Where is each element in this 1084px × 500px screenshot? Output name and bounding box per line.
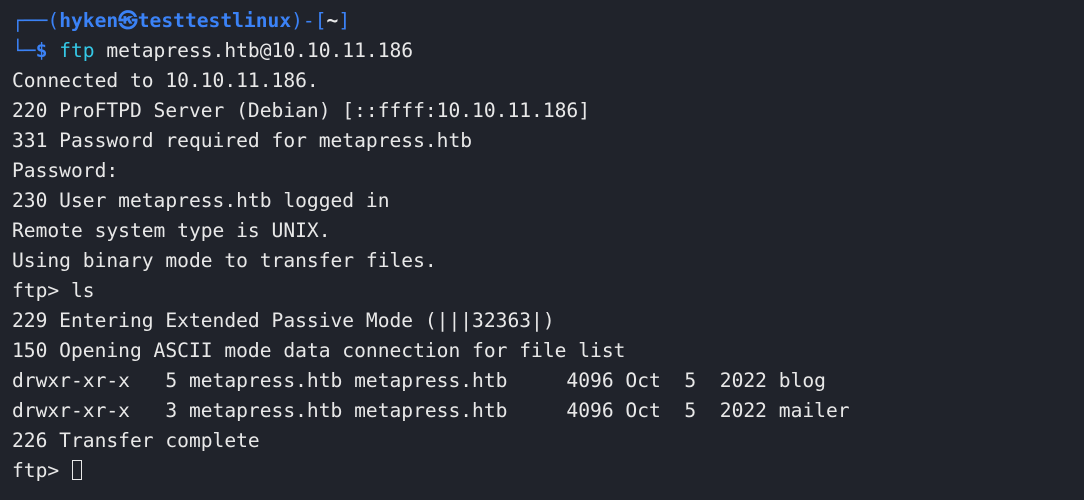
terminal-content: ┌──(hyken㉿testtestlinux)-[~] └─$ ftp met…	[12, 6, 1084, 486]
output-line: Remote system type is UNIX.	[12, 219, 331, 242]
output-line: 331 Password required for metapress.htb	[12, 129, 473, 152]
output-line: 230 User metapress.htb logged in	[12, 189, 390, 212]
prompt-line-command: └─$ ftp metapress.htb@10.10.11.186	[12, 36, 1084, 66]
command-name: ftp	[59, 39, 95, 62]
output-line: ftp> ls	[12, 279, 95, 302]
prompt-frame-end: ]	[338, 9, 351, 32]
prompt-frame-mid: )-[	[291, 9, 327, 32]
prompt-frame-bottom: └─	[12, 39, 36, 62]
terminal-window[interactable]: ┌──(hyken㉿testtestlinux)-[~] └─$ ftp met…	[0, 0, 1084, 500]
output-line: drwxr-xr-x 3 metapress.htb metapress.htb…	[12, 399, 850, 422]
output-line: drwxr-xr-x 5 metapress.htb metapress.htb…	[12, 369, 826, 392]
output-line: Connected to 10.10.11.186.	[12, 69, 319, 92]
prompt-frame-top: ┌──(	[12, 9, 60, 32]
output-line: 226 Transfer complete	[12, 429, 260, 452]
output-line: Using binary mode to transfer files.	[12, 249, 437, 272]
output-line: Password:	[12, 159, 119, 182]
ftp-prompt-line[interactable]: ftp>	[12, 456, 1084, 486]
prompt-path: ~	[326, 9, 339, 32]
prompt-dollar: $	[35, 39, 60, 62]
output-line: 229 Entering Extended Passive Mode (|||3…	[12, 309, 555, 332]
output-line: 150 Opening ASCII mode data connection f…	[12, 339, 626, 362]
ftp-prompt: ftp>	[12, 459, 71, 482]
prompt-user-host: hyken㉿testtestlinux	[59, 9, 292, 32]
command-arguments: metapress.htb@10.10.11.186	[94, 39, 414, 62]
output-line: 220 ProFTPD Server (Debian) [::ffff:10.1…	[12, 99, 591, 122]
text-cursor	[71, 460, 82, 480]
prompt-line-top: ┌──(hyken㉿testtestlinux)-[~]	[12, 6, 1084, 36]
